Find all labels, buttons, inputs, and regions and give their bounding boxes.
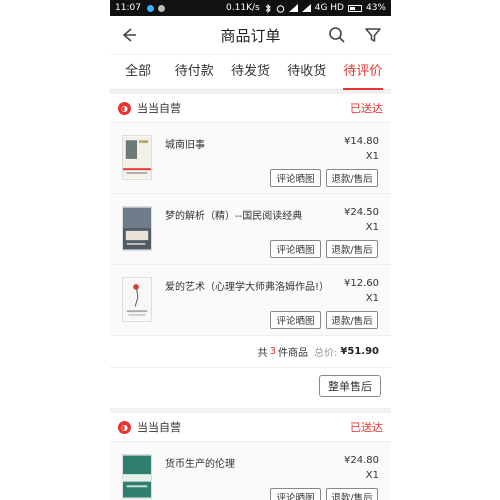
order-card[interactable]: ◑ 当当自营 已送达 城南旧事 ¥14.80 X1 评论晒图 退款/售后 梦的解…	[110, 94, 391, 408]
item-title: 城南旧事	[165, 140, 205, 151]
tab-pending-payment[interactable]: 待付款	[166, 55, 222, 89]
item-quantity: X1	[365, 470, 379, 481]
order-card[interactable]: ◑ 当当自营 已送达 货币生产的伦理 ¥24.80 X1 评论晒图 退款/售后	[110, 413, 391, 500]
shop-logo-icon: ◑	[118, 101, 131, 115]
item-price: ¥12.60	[344, 278, 379, 289]
search-button[interactable]	[319, 16, 355, 54]
item-quantity: X1	[365, 222, 379, 233]
battery-icon	[347, 4, 362, 12]
refund-button[interactable]: 退款/售后	[326, 240, 378, 258]
bluetooth-icon	[265, 3, 271, 13]
book-cover-icon	[123, 136, 151, 179]
alarm-icon	[276, 4, 284, 13]
notification-icon	[146, 4, 154, 12]
order-status: 已送达	[350, 421, 383, 434]
network-type: 4G HD	[314, 3, 344, 13]
item-title: 货币生产的伦理	[165, 459, 235, 470]
review-button[interactable]: 评论晒图	[270, 488, 321, 500]
filter-button[interactable]	[355, 16, 391, 54]
book-cover-image[interactable]	[122, 454, 152, 499]
shop-logo-icon: ◑	[118, 420, 131, 434]
item-quantity: X1	[365, 151, 379, 162]
tab-pending-review[interactable]: 待评价	[335, 55, 391, 90]
signal-icon	[301, 4, 311, 12]
order-total: ¥51.90	[340, 346, 379, 357]
search-icon	[329, 27, 345, 43]
status-bar: 11:07 0.11K/s 4G HD 43%	[110, 0, 391, 16]
item-price: ¥14.80	[344, 136, 379, 147]
order-aftersale-button[interactable]: 整单售后	[319, 375, 381, 397]
order-tabs: 全部 待付款 待发货 待收货 待评价	[110, 54, 391, 90]
back-button[interactable]	[110, 16, 148, 54]
review-button[interactable]: 评论晒图	[270, 311, 321, 329]
summary-suffix: 件商品	[278, 348, 309, 359]
order-item[interactable]: 城南旧事 ¥14.80 X1 评论晒图 退款/售后	[110, 123, 391, 194]
summary-prefix: 共	[257, 348, 268, 359]
shop-header: ◑ 当当自营 已送达	[110, 94, 391, 123]
status-time: 11:07	[115, 3, 141, 13]
tab-all[interactable]: 全部	[110, 55, 166, 89]
order-item[interactable]: 货币生产的伦理 ¥24.80 X1 评论晒图 退款/售后	[110, 442, 391, 500]
book-cover-image[interactable]	[122, 206, 152, 251]
refund-button[interactable]: 退款/售后	[326, 169, 378, 187]
refund-button[interactable]: 退款/售后	[326, 488, 378, 500]
review-button[interactable]: 评论晒图	[270, 240, 321, 258]
notification-icon	[157, 4, 165, 12]
refund-button[interactable]: 退款/售后	[326, 311, 378, 329]
order-actions: 整单售后	[110, 368, 391, 406]
filter-icon	[365, 28, 381, 42]
book-cover-icon	[123, 455, 151, 498]
book-cover-image[interactable]	[122, 135, 152, 180]
header-bar: 商品订单	[110, 16, 391, 54]
book-cover-icon	[123, 278, 151, 321]
shop-name: 当当自营	[137, 421, 181, 434]
shop-name: 当当自营	[137, 102, 181, 115]
item-quantity: X1	[365, 293, 379, 304]
book-cover-icon	[123, 207, 151, 250]
battery-percent: 43%	[365, 3, 386, 13]
order-item[interactable]: 梦的解析（精）--国民阅读经典 ¥24.50 X1 评论晒图 退款/售后	[110, 194, 391, 265]
item-price: ¥24.80	[344, 455, 379, 466]
item-price: ¥24.50	[344, 207, 379, 218]
order-status: 已送达	[350, 102, 383, 115]
shop-header: ◑ 当当自营 已送达	[110, 413, 391, 442]
review-button[interactable]: 评论晒图	[270, 169, 321, 187]
order-summary: 共 3 件商品 总价: ¥51.90	[110, 336, 391, 368]
book-cover-image[interactable]	[122, 277, 152, 322]
item-title: 爱的艺术（心理学大师弗洛姆作品!）	[165, 282, 330, 293]
tab-pending-shipment[interactable]: 待发货	[222, 55, 278, 89]
tab-pending-receipt[interactable]: 待收货	[279, 55, 335, 89]
item-title: 梦的解析（精）--国民阅读经典	[165, 211, 303, 222]
order-item[interactable]: 爱的艺术（心理学大师弗洛姆作品!） ¥12.60 X1 评论晒图 退款/售后	[110, 265, 391, 336]
item-count: 3	[269, 346, 277, 357]
back-arrow-icon	[122, 28, 136, 42]
signal-icon	[288, 4, 298, 12]
phone-screen: 11:07 0.11K/s 4G HD 43% 商品订单 全部 待付款 待发货 …	[110, 0, 391, 500]
total-label: 总价:	[314, 348, 338, 359]
network-speed: 0.11K/s	[226, 3, 260, 13]
